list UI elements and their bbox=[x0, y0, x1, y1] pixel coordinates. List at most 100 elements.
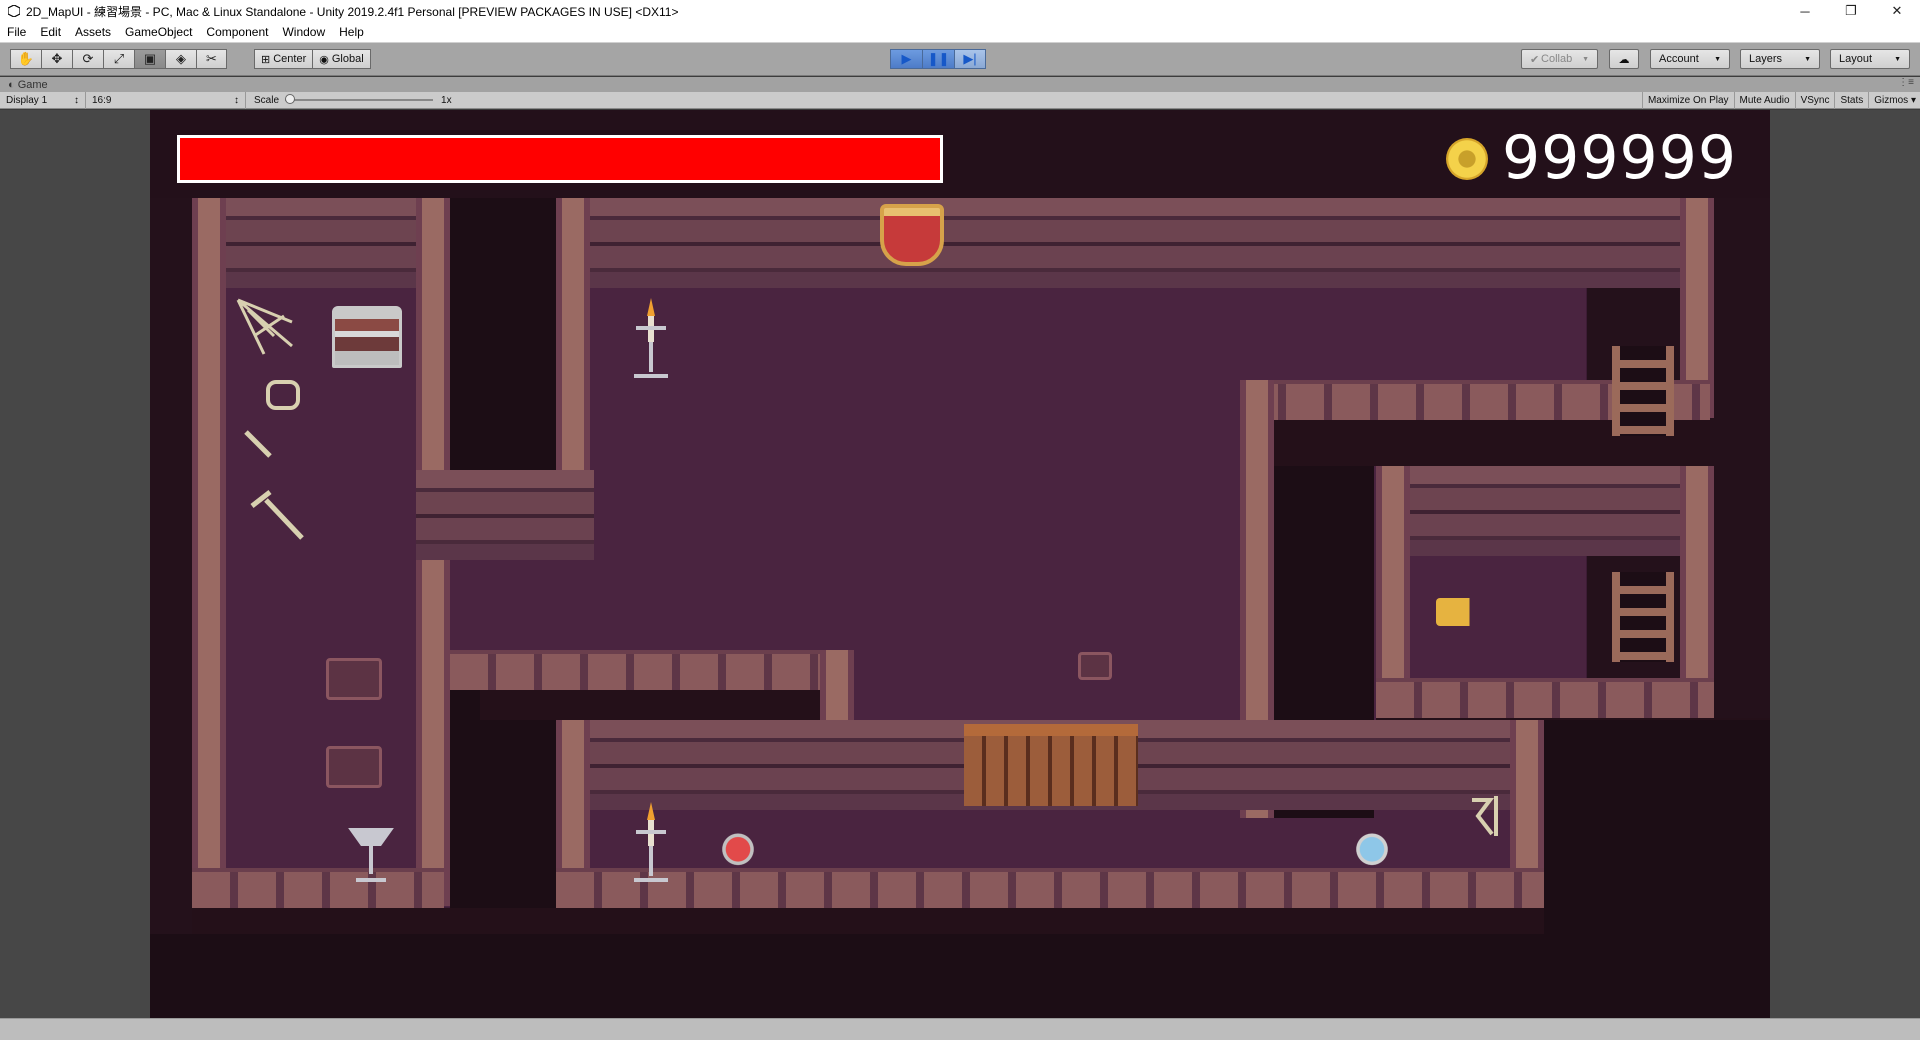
scale-label: Scale bbox=[254, 94, 280, 106]
collab-check-icon: ✔ bbox=[1530, 53, 1540, 66]
wall-pillar bbox=[416, 578, 440, 648]
collab-button[interactable]: ✔ Collab ▼ bbox=[1521, 49, 1598, 69]
menu-bar: File Edit Assets GameObject Component Wi… bbox=[0, 22, 1920, 43]
ledge-shadow bbox=[480, 690, 820, 720]
restore-button[interactable]: ❐ bbox=[1828, 0, 1874, 22]
transform-tool-icon[interactable]: ◈ bbox=[165, 49, 196, 69]
account-dropdown[interactable]: Account ▼ bbox=[1650, 49, 1730, 69]
rubble-icon bbox=[326, 658, 382, 700]
chevron-down-icon: ▾ bbox=[1910, 94, 1916, 106]
playback-controls: ▶ ❚❚ ▶| bbox=[890, 49, 986, 69]
chevron-down-icon: ▼ bbox=[1894, 55, 1901, 63]
cloud-group: ☁ bbox=[1609, 49, 1639, 69]
menu-edit[interactable]: Edit bbox=[33, 22, 68, 43]
transform-tools: ✋ ✥ ⟳ ⤢ ▣ ◈ ✂ bbox=[10, 49, 227, 69]
torch-icon bbox=[634, 802, 668, 882]
layout-dropdown[interactable]: Layout ▼ bbox=[1830, 49, 1910, 69]
scale-slider-handle[interactable] bbox=[285, 94, 296, 104]
red-potion-icon bbox=[716, 822, 760, 866]
pivot-icon: ⊞ bbox=[261, 53, 271, 66]
ladder-icon bbox=[1612, 346, 1674, 436]
menu-help[interactable]: Help bbox=[332, 22, 371, 43]
treasure-chest-icon bbox=[332, 306, 402, 368]
key-icon bbox=[1436, 598, 1492, 626]
window-titlebar: 2D_MapUI - 練習場景 - PC, Mac & Linux Standa… bbox=[0, 0, 1920, 22]
collab-group: ✔ Collab ▼ bbox=[1521, 49, 1598, 69]
aspect-dropdown[interactable]: 16:9 ↕ bbox=[86, 91, 246, 109]
minimize-button[interactable]: ─ bbox=[1782, 0, 1828, 22]
shield-banner-icon bbox=[880, 204, 944, 266]
maximize-on-play-toggle[interactable]: Maximize On Play bbox=[1641, 91, 1734, 109]
cloud-icon[interactable]: ☁ bbox=[1609, 49, 1639, 69]
move-tool-icon[interactable]: ✥ bbox=[41, 49, 72, 69]
game-viewport[interactable]: 999999 bbox=[0, 110, 1920, 1018]
play-button-icon[interactable]: ▶ bbox=[890, 49, 922, 69]
chevron-down-icon: ▼ bbox=[1582, 55, 1589, 63]
window-title: 2D_MapUI - 練習場景 - PC, Mac & Linux Standa… bbox=[26, 4, 679, 19]
brick-wall bbox=[416, 470, 594, 560]
custom-tool-icon[interactable]: ✂ bbox=[196, 49, 227, 69]
scale-value: 1x bbox=[441, 94, 452, 106]
menu-gameobject[interactable]: GameObject bbox=[118, 22, 199, 43]
blue-potion-icon bbox=[1350, 822, 1394, 866]
game-tab[interactable]: ◐ Game bbox=[8, 79, 48, 91]
pivot-toggles: ⊞ Center ◉ Global bbox=[254, 49, 371, 69]
menu-file[interactable]: File bbox=[0, 22, 33, 43]
gizmos-dropdown[interactable]: Gizmos ▾ bbox=[1868, 91, 1920, 109]
updown-icon: ↕ bbox=[74, 94, 79, 106]
dark-gap bbox=[150, 934, 1770, 1018]
game-hud: 999999 bbox=[150, 110, 1770, 198]
layers-dropdown[interactable]: Layers ▼ bbox=[1740, 49, 1820, 69]
menu-window[interactable]: Window bbox=[275, 22, 332, 43]
pause-button-icon[interactable]: ❚❚ bbox=[922, 49, 954, 69]
collab-label: Collab bbox=[1541, 53, 1573, 65]
close-button[interactable]: ✕ bbox=[1874, 0, 1920, 22]
display-dropdown[interactable]: Display 1 ↕ bbox=[0, 91, 86, 109]
wall-pillar bbox=[820, 650, 854, 722]
layout-label: Layout bbox=[1839, 53, 1873, 65]
layers-group: Layers ▼ bbox=[1740, 49, 1820, 69]
rotate-tool-icon[interactable]: ⟳ bbox=[72, 49, 103, 69]
game-render[interactable]: 999999 bbox=[150, 110, 1770, 1018]
menu-assets[interactable]: Assets bbox=[68, 22, 118, 43]
cobweb-icon bbox=[236, 298, 293, 355]
scale-slider[interactable] bbox=[285, 94, 434, 104]
brick-wall bbox=[226, 198, 416, 288]
stats-toggle[interactable]: Stats bbox=[1834, 91, 1868, 109]
coin-count: 999999 bbox=[1502, 123, 1738, 193]
ladder-icon bbox=[1612, 572, 1674, 662]
step-button-icon[interactable]: ▶| bbox=[954, 49, 986, 69]
chevron-down-icon: ▼ bbox=[1804, 55, 1811, 63]
brick-wall bbox=[590, 198, 1680, 288]
scale-tool-icon[interactable]: ⤢ bbox=[103, 49, 134, 69]
hand-tool-icon[interactable]: ✋ bbox=[10, 49, 41, 69]
game-tab-icon: ◐ bbox=[8, 78, 18, 91]
game-tab-label: Game bbox=[17, 78, 48, 91]
pivot-global-label: Global bbox=[331, 53, 364, 65]
pivot-global-button[interactable]: ◉ Global bbox=[313, 49, 371, 69]
rubble-icon bbox=[326, 746, 382, 788]
bones-icon bbox=[250, 490, 304, 540]
main-toolbar: ✋ ✥ ⟳ ⤢ ▣ ◈ ✂ ⊞ Center ◉ Global ▶ ❚❚ ▶| ✔ C… bbox=[0, 43, 1920, 76]
pivot-center-button[interactable]: ⊞ Center bbox=[254, 49, 314, 69]
account-label: Account bbox=[1659, 53, 1699, 65]
dark-gap bbox=[450, 198, 556, 470]
updown-icon: ↕ bbox=[234, 94, 239, 106]
account-group: Account ▼ bbox=[1650, 49, 1730, 69]
torch-icon bbox=[634, 298, 668, 378]
health-bar bbox=[177, 135, 943, 183]
layers-label: Layers bbox=[1749, 53, 1783, 65]
coin-icon bbox=[1446, 138, 1488, 180]
ledge-shadow bbox=[192, 908, 1587, 934]
menu-component[interactable]: Component bbox=[199, 22, 275, 43]
goblet-stand-icon bbox=[348, 828, 394, 882]
chevron-down-icon: ▼ bbox=[1714, 55, 1721, 63]
wall-sign-icon bbox=[1472, 796, 1498, 836]
mute-audio-toggle[interactable]: Mute Audio bbox=[1733, 91, 1795, 109]
game-view-bar: Display 1 ↕ 16:9 ↕ Scale 1x Maximize On Pl… bbox=[0, 91, 1920, 109]
globe-icon: ◉ bbox=[319, 53, 329, 66]
tab-menu-icon[interactable]: ⋮≡ bbox=[1898, 77, 1914, 88]
aspect-label: 16:9 bbox=[92, 94, 112, 106]
rect-tool-icon[interactable]: ▣ bbox=[134, 49, 165, 69]
vsync-toggle[interactable]: VSync bbox=[1794, 91, 1835, 109]
